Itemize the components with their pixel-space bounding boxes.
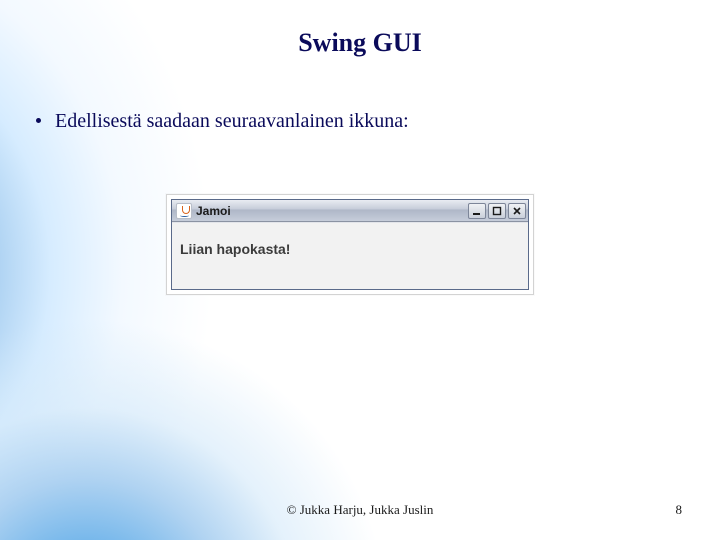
java-cup-icon — [176, 203, 192, 219]
bullet-item: Edellisestä saadaan seuraavanlainen ikku… — [36, 110, 409, 133]
minimize-button[interactable] — [468, 203, 486, 219]
swing-window: Jamoi Liian hapokasta! — [171, 199, 529, 290]
client-area: Liian hapokasta! — [172, 222, 528, 289]
swing-label: Liian hapokasta! — [180, 241, 290, 257]
footer-credit: © Jukka Harju, Jukka Juslin — [0, 502, 720, 518]
slide-title: Swing GUI — [0, 28, 720, 58]
maximize-button[interactable] — [488, 203, 506, 219]
bullet-dot-icon — [36, 118, 41, 123]
window-controls — [468, 203, 526, 219]
slide: Swing GUI Edellisestä saadaan seuraavanl… — [0, 0, 720, 540]
swing-screenshot: Jamoi Liian hapokasta! — [166, 194, 534, 295]
window-title: Jamoi — [196, 204, 468, 218]
bullet-text: Edellisestä saadaan seuraavanlainen ikku… — [55, 110, 409, 133]
titlebar[interactable]: Jamoi — [172, 200, 528, 222]
page-number: 8 — [676, 502, 683, 518]
close-button[interactable] — [508, 203, 526, 219]
